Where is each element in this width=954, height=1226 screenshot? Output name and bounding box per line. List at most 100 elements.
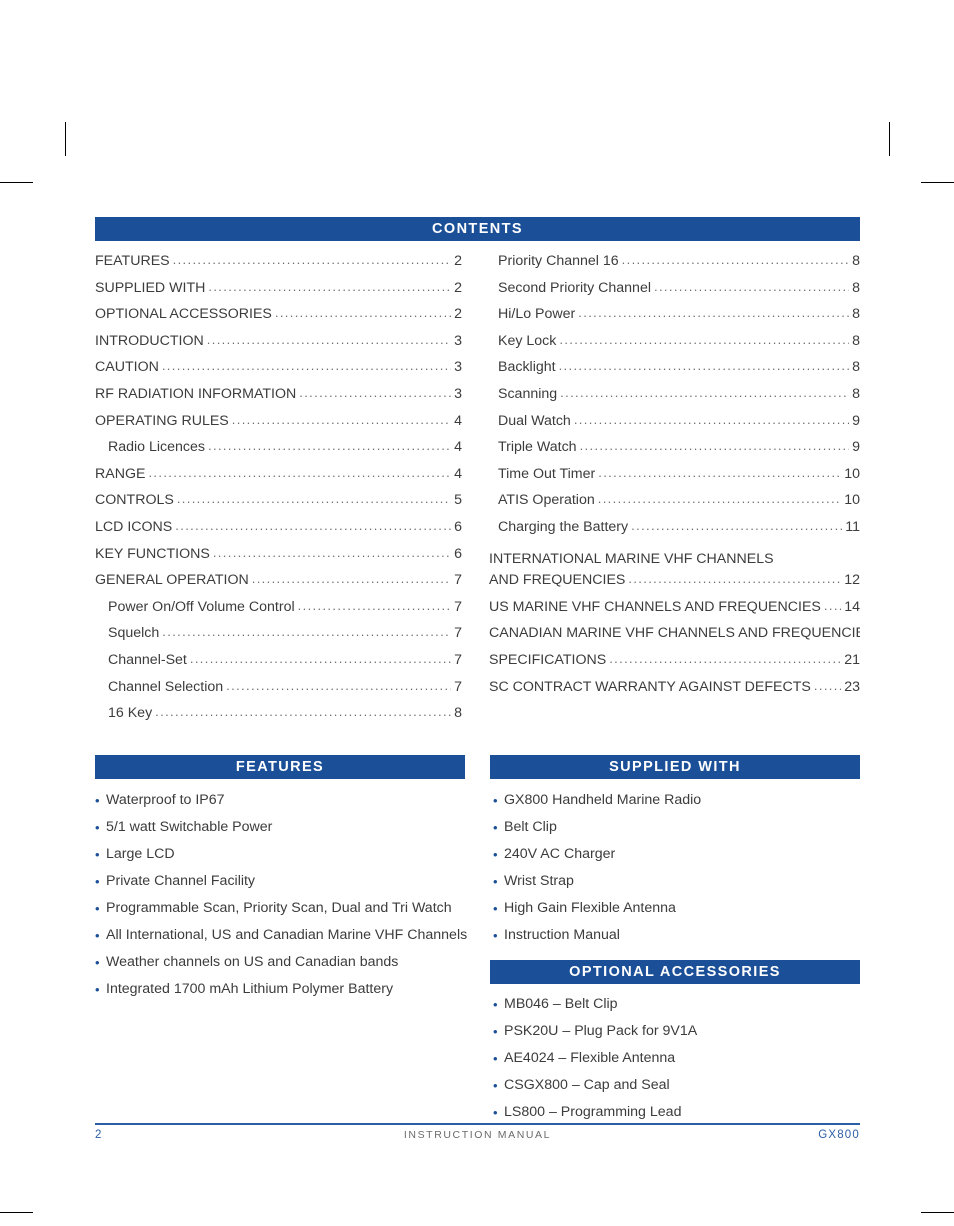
toc-entry[interactable]: CAUTION 3 <box>95 359 462 386</box>
crop-mark-bottom-right-horizontal <box>921 1212 954 1214</box>
toc-entry-page: 7 <box>454 625 462 642</box>
toc-leader-dots <box>654 280 849 294</box>
supplied-with-list-item: Wrist Strap <box>493 868 863 895</box>
toc-entry[interactable]: OPERATING RULES 4 <box>95 413 462 440</box>
toc-entry-page: 10 <box>844 492 860 509</box>
toc-entry-page: 4 <box>454 465 462 482</box>
toc-entry[interactable]: Power On/Off Volume Control 7 <box>95 599 462 626</box>
toc-entry[interactable]: Backlight 8 <box>489 359 860 386</box>
toc-entry-page: 12 <box>844 572 860 589</box>
toc-entry-title: Scanning <box>498 385 558 402</box>
toc-leader-dots <box>175 519 451 533</box>
toc-entry-title: US MARINE VHF CHANNELS AND FREQUENCIES <box>489 598 821 615</box>
toc-entry-title: LCD ICONS <box>95 518 173 535</box>
toc-entry-page: 8 <box>852 332 860 349</box>
toc-entry-page: 8 <box>852 279 860 296</box>
toc-entry-title: Backlight <box>498 359 556 376</box>
toc-entry-title: Channel-Set <box>108 651 187 668</box>
toc-entry[interactable]: SPECIFICATIONS 21 <box>489 652 860 679</box>
features-list-item: Integrated 1700 mAh Lithium Polymer Batt… <box>95 976 475 1003</box>
supplied-with-list-item: Instruction Manual <box>493 922 863 949</box>
toc-entry[interactable]: 16 Key 8 <box>95 705 462 732</box>
toc-leader-dots <box>631 519 842 533</box>
crop-mark-top-left-vertical <box>65 122 67 156</box>
toc-entry[interactable]: Second Priority Channel 8 <box>489 280 860 307</box>
toc-entry-title: Dual Watch <box>498 412 571 429</box>
optional-accessories-list-item: MB046 – Belt Clip <box>493 991 863 1018</box>
toc-entry-page: 6 <box>454 518 462 535</box>
toc-leader-dots <box>560 386 849 400</box>
features-list-item: Waterproof to IP67 <box>95 787 475 814</box>
toc-leader-dots <box>207 333 451 347</box>
features-header-bar: FEATURES <box>95 755 465 779</box>
toc-entry[interactable]: FEATURES 2 <box>95 253 462 280</box>
toc-entry-title: Key Lock <box>498 332 557 349</box>
toc-entry[interactable]: Time Out Timer 10 <box>489 466 860 493</box>
toc-entry-page: 2 <box>454 306 462 323</box>
toc-entry[interactable]: OPTIONAL ACCESSORIES 2 <box>95 306 462 333</box>
crop-mark-top-left-horizontal <box>0 182 33 184</box>
toc-entry[interactable]: Channel Selection 7 <box>95 679 462 706</box>
crop-mark-bottom-left-horizontal <box>0 1212 33 1214</box>
footer-model-text: GX800 <box>818 1129 860 1141</box>
footer-center-text: INSTRUCTION MANUAL <box>403 1129 552 1141</box>
supplied-with-list-item: GX800 Handheld Marine Radio <box>493 787 863 814</box>
toc-entry[interactable]: US MARINE VHF CHANNELS AND FREQUENCIES 14 <box>489 599 860 626</box>
toc-entry[interactable]: CONTROLS 5 <box>95 492 462 519</box>
toc-entry[interactable]: KEY FUNCTIONS 6 <box>95 546 462 573</box>
toc-entry-title: 16 Key <box>108 705 153 722</box>
features-list-item: Private Channel Facility <box>95 868 475 895</box>
toc-entry-title: SPECIFICATIONS <box>489 651 607 668</box>
toc-entry[interactable]: Radio Licences 4 <box>95 439 462 466</box>
toc-entry-page: 8 <box>852 253 860 269</box>
toc-entry-title: RF RADIATION INFORMATION <box>95 385 297 402</box>
toc-entry[interactable]: Priority Channel 16 8 <box>489 253 860 280</box>
contents-header-bar: CONTENTS <box>95 217 860 241</box>
toc-entry[interactable]: Charging the Battery 11 <box>489 519 860 546</box>
toc-entry-page: 3 <box>454 359 462 376</box>
toc-entry-title: Squelch <box>108 625 160 642</box>
toc-leader-dots <box>578 306 849 320</box>
toc-entry-title: ATIS Operation <box>498 492 595 509</box>
toc-entry-title: SUPPLIED WITH <box>95 279 206 296</box>
supplied-with-list-item: Belt Clip <box>493 814 863 841</box>
toc-entry-page: 4 <box>454 439 462 456</box>
supplied-with-list: GX800 Handheld Marine RadioBelt Clip240V… <box>493 787 863 949</box>
toc-entry-title: GENERAL OPERATION <box>95 572 249 589</box>
toc-entry-page: 3 <box>454 385 462 402</box>
supplied-with-list-item: High Gain Flexible Antenna <box>493 895 863 922</box>
toc-entry-page: 2 <box>454 279 462 296</box>
toc-entry[interactable]: Scanning 8 <box>489 386 860 413</box>
toc-entry-title: Radio Licences <box>108 439 206 456</box>
toc-entry[interactable]: GENERAL OPERATION 7 <box>95 572 462 599</box>
toc-entry[interactable]: AND FREQUENCIES 12 <box>489 572 860 599</box>
toc-left-column: FEATURES2SUPPLIED WITH2OPTIONAL ACCESSOR… <box>95 253 462 732</box>
toc-entry[interactable]: Key Lock 8 <box>489 333 860 360</box>
toc-entry-title: Time Out Timer <box>498 465 596 482</box>
toc-entry[interactable]: Squelch 7 <box>95 625 462 652</box>
toc-entry[interactable]: Channel-Set 7 <box>95 652 462 679</box>
toc-entry[interactable]: SC CONTRACT WARRANTY AGAINST DEFECTS 23 <box>489 679 860 706</box>
toc-entry[interactable]: RF RADIATION INFORMATION 3 <box>95 386 462 413</box>
optional-accessories-list-item: LS800 – Programming Lead <box>493 1099 863 1126</box>
toc-entry-page: 21 <box>844 651 860 668</box>
optional-accessories-list-item: PSK20U – Plug Pack for 9V1A <box>493 1018 863 1045</box>
toc-entry[interactable]: ATIS Operation 10 <box>489 492 860 519</box>
toc-leader-dots <box>814 679 841 693</box>
toc-entry[interactable]: Hi/Lo Power 8 <box>489 306 860 333</box>
toc-entry-title: Power On/Off Volume Control <box>108 598 295 615</box>
toc-leader-dots <box>190 652 451 666</box>
toc-entry[interactable]: Dual Watch 9 <box>489 413 860 440</box>
toc-entry-page: 8 <box>852 359 860 376</box>
features-list-item: Large LCD <box>95 841 475 868</box>
toc-entry[interactable]: SUPPLIED WITH 2 <box>95 280 462 307</box>
toc-entry[interactable]: CANADIAN MARINE VHF CHANNELS AND FREQUEN… <box>489 625 860 652</box>
toc-entry[interactable]: RANGE 4 <box>95 466 462 493</box>
toc-entry[interactable]: Triple Watch 9 <box>489 439 860 466</box>
toc-entry[interactable]: LCD ICONS 6 <box>95 519 462 546</box>
toc-leader-dots <box>252 572 451 586</box>
toc-leader-dots <box>598 492 841 506</box>
toc-entry-title-line1[interactable]: INTERNATIONAL MARINE VHF CHANNELS <box>489 546 860 573</box>
supplied-with-header-bar: SUPPLIED WITH <box>490 755 860 779</box>
toc-entry[interactable]: INTRODUCTION 3 <box>95 333 462 360</box>
